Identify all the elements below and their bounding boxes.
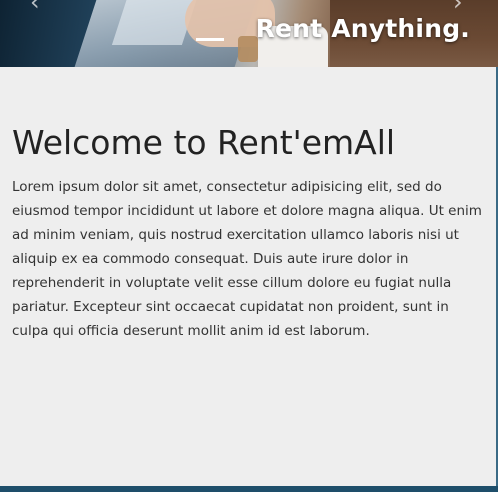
page-title: Welcome to Rent'emAll xyxy=(12,123,396,162)
hero-carousel: ‹ › Rent Anything. xyxy=(0,0,498,67)
carousel-prev-icon[interactable]: ‹ xyxy=(30,0,40,14)
carousel-next-icon[interactable]: › xyxy=(453,0,463,14)
footer-bar xyxy=(0,486,498,492)
intro-paragraph: Lorem ipsum dolor sit amet, consectetur … xyxy=(12,178,482,339)
hero-tagline: Rent Anything. xyxy=(255,14,470,43)
main-content: Welcome to Rent'emAll Lorem ipsum dolor … xyxy=(12,67,482,343)
carousel-indicator[interactable] xyxy=(196,38,224,41)
